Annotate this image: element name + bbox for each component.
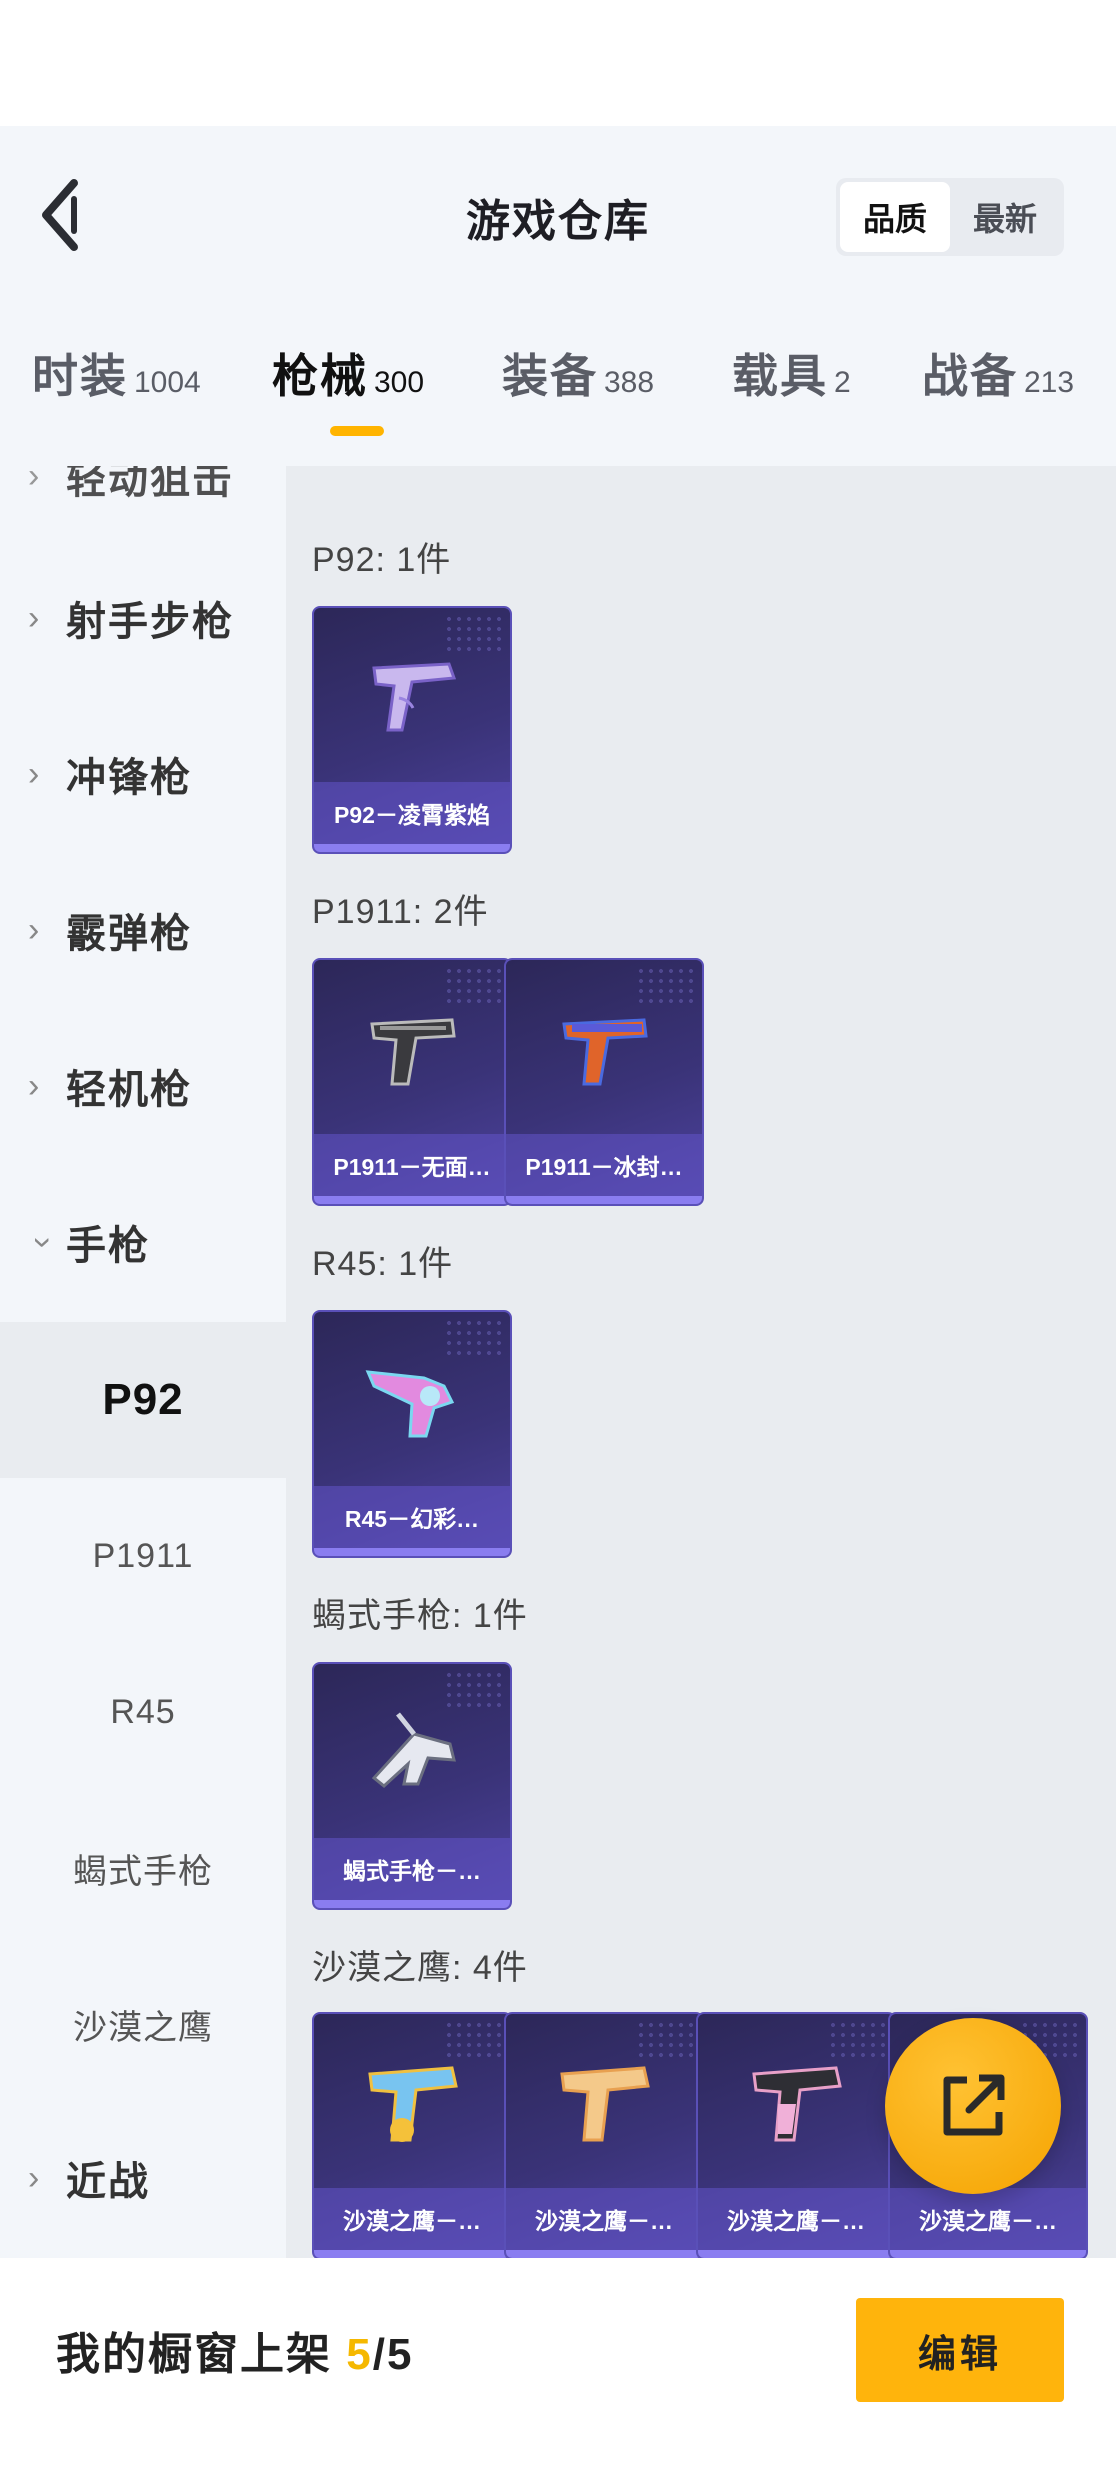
chevron-right-icon: › <box>28 466 40 495</box>
item-name: P1911－无面… <box>314 1134 510 1196</box>
group-title: 蝎式手枪: 1件 <box>312 1597 528 1635</box>
share-external-icon <box>943 2074 1005 2136</box>
item-name: P1911－冰封… <box>506 1134 702 1196</box>
showcase-current: 5 <box>346 2330 373 2379</box>
sidebar-item-scorpion[interactable]: 蝎式手枪 <box>0 1790 286 1946</box>
sidebar-category-label: 轻机枪 <box>66 1068 192 1112</box>
tab-equipment[interactable]: 装备 388 <box>502 340 654 406</box>
showcase-total: /5 <box>372 2330 414 2379</box>
sidebar-category-smg[interactable]: › 冲锋枪 <box>0 724 286 824</box>
sidebar-item-p1911[interactable]: P1911 <box>0 1478 286 1634</box>
pistol-icon <box>368 2066 458 2142</box>
sidebar-category-shotgun[interactable]: › 霰弹枪 <box>0 880 286 980</box>
tab-label: 战备 <box>922 350 1018 402</box>
chevron-right-icon: › <box>28 1066 40 1105</box>
sidebar: › 轻动狙击 › 射手步枪 › 冲锋枪 › 霰弹枪 › 轻机枪 › 手枪 P92… <box>0 466 286 2258</box>
active-tab-indicator <box>330 426 384 436</box>
tab-count: 213 <box>1024 366 1075 399</box>
sidebar-category-label: 手枪 <box>66 1224 150 1268</box>
chevron-right-icon: › <box>28 2158 40 2197</box>
sort-toggle: 品质 最新 <box>836 178 1064 256</box>
item-card[interactable]: R45－幻彩… <box>312 1310 512 1558</box>
sidebar-item-p92[interactable]: P92 <box>0 1322 286 1478</box>
showcase-status: 我的橱窗上架 5/5 <box>56 2318 413 2382</box>
pistol-icon <box>560 2066 650 2142</box>
sidebar-category-melee[interactable]: › 近战 <box>0 2128 286 2228</box>
showcase-label: 我的橱窗上架 <box>56 2330 347 2379</box>
revolver-icon <box>365 1370 455 1438</box>
item-name: 沙漠之鹰－… <box>890 2188 1086 2250</box>
sort-option-quality[interactable]: 品质 <box>840 182 950 252</box>
pistol-icon <box>372 662 457 732</box>
tab-firearms[interactable]: 枪械 300 <box>272 340 424 406</box>
tab-label: 载具 <box>732 350 828 402</box>
item-card[interactable]: P92－凌霄紫焰 <box>312 606 512 854</box>
chevron-right-icon: › <box>28 598 40 637</box>
sidebar-category-label: 轻动狙击 <box>66 466 234 502</box>
item-name: R45－幻彩… <box>314 1486 510 1548</box>
pistol-icon <box>752 2066 842 2142</box>
sidebar-item-desert-eagle[interactable]: 沙漠之鹰 <box>0 1946 286 2102</box>
chevron-right-icon: › <box>28 754 40 793</box>
item-name: P92－凌霄紫焰 <box>314 782 510 844</box>
item-name: 沙漠之鹰－… <box>698 2188 894 2250</box>
group-title: P1911: 2件 <box>312 893 489 931</box>
sidebar-category-label: 霰弹枪 <box>66 912 192 956</box>
status-bar <box>0 0 1116 126</box>
tab-count: 1004 <box>134 366 201 399</box>
tab-vehicles[interactable]: 载具 2 <box>732 340 851 406</box>
sidebar-item-r45[interactable]: R45 <box>0 1634 286 1790</box>
item-card[interactable]: 沙漠之鹰－… <box>504 2012 704 2258</box>
item-name: 沙漠之鹰－… <box>314 2188 510 2250</box>
sort-option-latest[interactable]: 最新 <box>950 182 1060 252</box>
sidebar-category-label: 射手步枪 <box>66 600 234 644</box>
item-card[interactable]: 蝎式手枪－… <box>312 1662 512 1910</box>
item-card[interactable]: P1911－冰封… <box>504 958 704 1206</box>
tab-combat-gear[interactable]: 战备 213 <box>922 340 1074 406</box>
share-button[interactable] <box>885 2018 1061 2194</box>
category-tabs: 时装 1004 枪械 300 装备 388 载具 2 战备 213 <box>0 340 1116 450</box>
tab-count: 300 <box>374 366 425 399</box>
tab-label: 装备 <box>502 350 598 402</box>
sidebar-category-lmg[interactable]: › 轻机枪 <box>0 1036 286 1136</box>
chevron-down-icon: › <box>24 1236 63 1248</box>
item-card[interactable]: 沙漠之鹰－… <box>312 2012 512 2258</box>
group-title: P92: 1件 <box>312 541 452 579</box>
item-name: 蝎式手枪－… <box>314 1838 510 1900</box>
chevron-right-icon: › <box>28 910 40 949</box>
sidebar-category-partial[interactable]: › 轻动狙击 <box>0 466 286 526</box>
item-name: 沙漠之鹰－… <box>506 2188 702 2250</box>
tab-count: 388 <box>604 366 655 399</box>
item-card[interactable]: 沙漠之鹰－… <box>696 2012 896 2258</box>
pistol-icon <box>370 1018 456 1086</box>
tab-label: 枪械 <box>272 350 368 402</box>
machine-pistol-icon <box>371 1712 456 1788</box>
tab-label: 时装 <box>32 350 128 402</box>
tab-fashion[interactable]: 时装 1004 <box>32 340 201 406</box>
group-title: 沙漠之鹰: 4件 <box>312 1949 528 1987</box>
item-grid: P92: 1件 P92－凌霄紫焰 P1911: 2件 P1911－无面… P19… <box>286 466 1116 2258</box>
sidebar-category-label: 冲锋枪 <box>66 756 192 800</box>
item-card[interactable]: P1911－无面… <box>312 958 512 1206</box>
group-title: R45: 1件 <box>312 1245 454 1283</box>
sidebar-category-marksman-rifle[interactable]: › 射手步枪 <box>0 568 286 668</box>
tab-count: 2 <box>834 366 851 399</box>
footer-bar: 我的橱窗上架 5/5 编辑 <box>0 2258 1116 2484</box>
sidebar-category-label: 近战 <box>66 2160 150 2204</box>
edit-button[interactable]: 编辑 <box>856 2298 1064 2402</box>
sidebar-category-pistol[interactable]: › 手枪 <box>0 1192 286 1292</box>
pistol-icon <box>562 1018 648 1086</box>
